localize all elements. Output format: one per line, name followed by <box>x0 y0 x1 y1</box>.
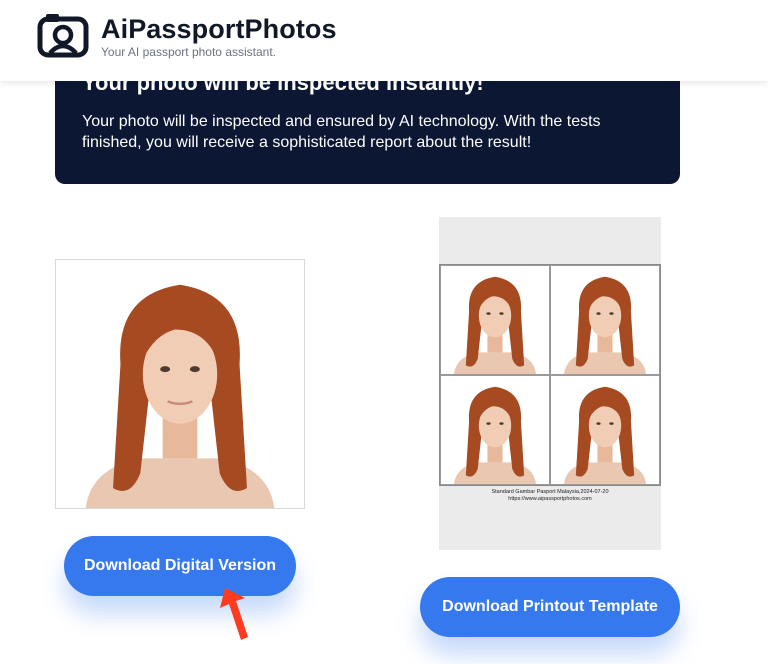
brand-tagline: Your AI passport photo assistant. <box>101 45 277 59</box>
sheet-caption-url: https://www.aipassportphotos.com <box>508 496 592 502</box>
grid-photo <box>440 265 550 375</box>
red-arrow-icon <box>220 588 248 640</box>
printout-template-preview: Standard Gambar Pasport Malaysia,2024-07… <box>439 217 661 550</box>
download-digital-button[interactable]: Download Digital Version <box>64 536 296 596</box>
portrait-image <box>56 260 304 508</box>
sheet-caption: Standard Gambar Pasport Malaysia,2024-07… <box>439 489 661 503</box>
digital-photo-preview <box>55 259 305 509</box>
sheet-caption-title: Standard Gambar Pasport Malaysia,2024-07… <box>491 489 609 495</box>
brand-name[interactable]: AiPassportPhotos <box>101 14 337 45</box>
banner-text: Your photo will be inspected and ensured… <box>82 113 601 151</box>
grid-photo <box>440 375 550 485</box>
download-printout-button[interactable]: Download Printout Template <box>420 577 680 637</box>
grid-photo <box>550 375 660 485</box>
photo-grid <box>439 264 661 486</box>
site-header: AiPassportPhotos Your AI passport photo … <box>0 0 768 81</box>
camera-icon[interactable] <box>37 13 89 58</box>
grid-photo <box>550 265 660 375</box>
